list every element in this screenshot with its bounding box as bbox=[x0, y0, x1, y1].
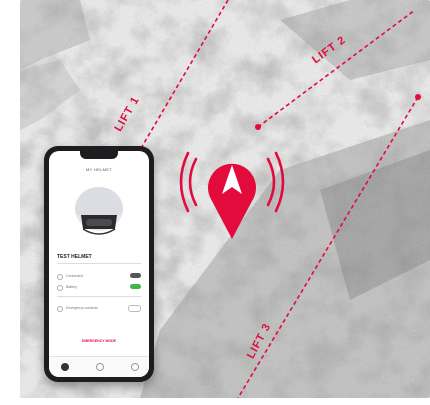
location-pin-arrow-icon bbox=[178, 145, 286, 245]
row-emergency-contacts[interactable]: Emergency contacts bbox=[57, 303, 141, 313]
screen-title: MY HELMET bbox=[86, 167, 112, 172]
helmet-icon bbox=[75, 187, 123, 235]
hero-scene: LIFT 1 LIFT 2 LIFT 3 MY HELMET TEST HELM… bbox=[0, 0, 430, 405]
app-tabbar bbox=[49, 356, 149, 377]
row-connected[interactable]: Connected bbox=[57, 271, 141, 281]
app-screen: MY HELMET TEST HELMET Connected Battery … bbox=[49, 151, 149, 377]
phone-notch bbox=[80, 151, 118, 159]
helmet-name: TEST HELMET bbox=[57, 254, 92, 260]
smartphone: MY HELMET TEST HELMET Connected Battery … bbox=[44, 146, 154, 382]
tab-map-icon[interactable] bbox=[96, 363, 104, 371]
row-battery[interactable]: Battery bbox=[57, 282, 141, 292]
emergency-mode-link[interactable]: EMERGENCY MODE bbox=[49, 339, 149, 343]
tab-settings-icon[interactable] bbox=[131, 363, 139, 371]
tab-home-icon[interactable] bbox=[61, 363, 69, 371]
